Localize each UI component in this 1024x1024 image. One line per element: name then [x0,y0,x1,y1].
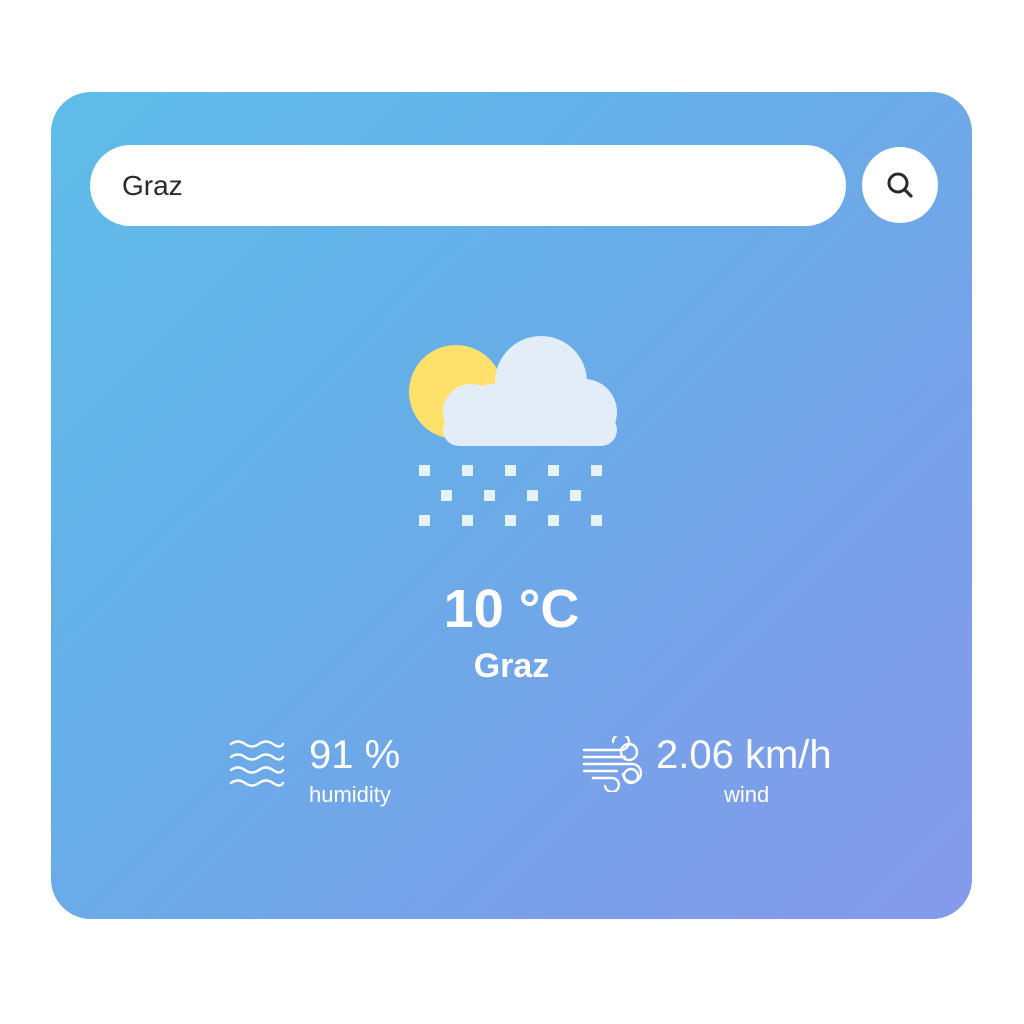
wind-icon [582,736,643,792]
wind-value: 2.06 km/h [656,733,832,777]
city-name: Graz [473,647,550,685]
search-input[interactable] [90,145,846,226]
humidity-waves-icon [229,740,285,787]
search-icon [887,172,913,198]
partly-cloudy-snow-icon [409,336,617,526]
wind-label: wind [724,782,770,807]
humidity-value: 91 % [309,733,401,777]
search-button[interactable] [862,147,938,223]
temperature: 10 °C [443,579,580,639]
humidity-label: humidity [309,782,391,807]
snow-dots [419,465,602,526]
weather-card: 10 °C Graz 91 % humidity 2.06 km/h wind [51,92,972,919]
